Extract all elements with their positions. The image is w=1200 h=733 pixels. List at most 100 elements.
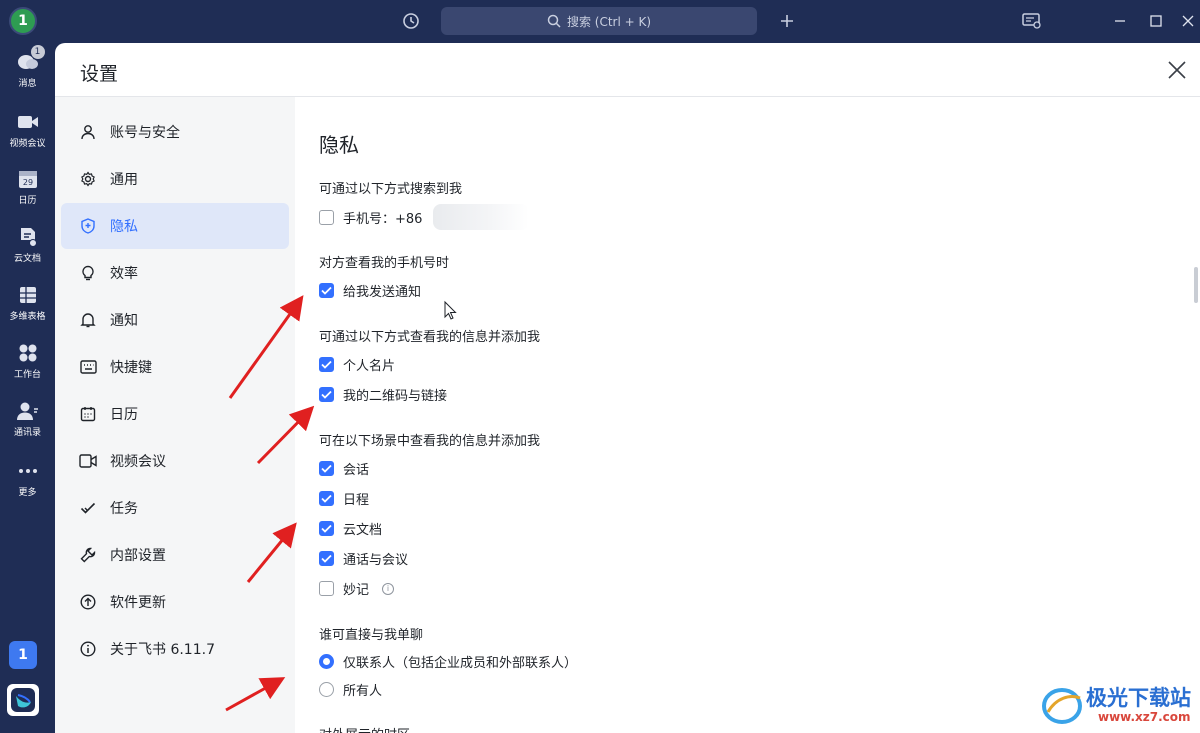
rail-item-base-table[interactable]: 多维表格	[0, 284, 55, 334]
notify-option-label: 给我发送通知	[343, 285, 422, 300]
rail-item-calendar[interactable]: 29 日历	[0, 168, 55, 218]
video-camera-icon	[17, 111, 39, 133]
nav-item-notifications[interactable]: 通知	[61, 297, 289, 343]
close-window-icon[interactable]	[1176, 9, 1200, 33]
qrcode-checkbox[interactable]	[319, 387, 334, 402]
workspace-grid-icon	[17, 342, 39, 364]
chat-bubble-icon: 1	[17, 45, 45, 73]
scenes-label: 可在以下场景中查看我的信息并添加我	[319, 434, 541, 449]
nav-item-video-meeting[interactable]: 视频会议	[61, 438, 289, 484]
close-icon[interactable]	[1166, 59, 1188, 81]
video-camera-icon	[79, 452, 97, 470]
everyone-option[interactable]: 所有人	[319, 680, 382, 699]
scene-schedule-option[interactable]: 日程	[319, 489, 369, 508]
section-title: 隐私	[319, 133, 359, 157]
scene-docs-label: 云文档	[343, 523, 383, 538]
nav-item-shortcuts[interactable]: 快捷键	[61, 344, 289, 390]
phone-option-label: 手机号：+86	[343, 211, 423, 227]
contacts-only-label: 仅联系人（包括企业成员和外部联系人）	[343, 656, 578, 671]
nav-item-label: 日历	[110, 407, 138, 423]
nav-item-software-update[interactable]: 软件更新	[61, 579, 289, 625]
scene-schedule-label: 日程	[343, 493, 370, 508]
nav-item-general[interactable]: 通用	[61, 156, 289, 202]
rail-item-cloud-docs[interactable]: 云文档	[0, 226, 55, 276]
nav-item-label: 通用	[110, 172, 138, 188]
nav-item-label: 任务	[110, 501, 138, 517]
scene-minutes-checkbox[interactable]	[319, 581, 334, 596]
notify-checkbox[interactable]	[319, 283, 334, 298]
scene-chat-label: 会话	[343, 463, 370, 478]
maximize-icon[interactable]	[1144, 9, 1168, 33]
rail-item-workspace[interactable]: 工作台	[0, 342, 55, 392]
history-icon[interactable]	[399, 9, 423, 33]
lightbulb-icon	[79, 264, 97, 282]
rail-label: 通讯录	[13, 428, 41, 438]
nav-item-internal-settings[interactable]: 内部设置	[61, 532, 289, 578]
user-icon	[79, 123, 97, 141]
svg-text:29: 29	[22, 178, 32, 187]
everyone-radio[interactable]	[319, 682, 334, 697]
contacts-icon	[16, 400, 39, 422]
nav-item-label: 关于飞书 6.11.7	[110, 642, 215, 658]
table-grid-icon	[17, 284, 39, 306]
phone-search-checkbox[interactable]	[319, 209, 334, 225]
nav-item-about[interactable]: 关于飞书 6.11.7	[61, 626, 289, 672]
rail-item-video-meeting[interactable]: 视频会议	[0, 111, 55, 161]
scene-calls-checkbox[interactable]	[319, 551, 334, 566]
scene-schedule-checkbox[interactable]	[319, 491, 334, 506]
info-icon[interactable]: i	[382, 582, 395, 595]
feishu-logo-icon[interactable]	[7, 684, 39, 716]
screen-search-icon[interactable]	[1020, 9, 1044, 33]
scrollbar-thumb[interactable]	[1194, 267, 1198, 303]
bottom-avatar[interactable]: 1	[9, 641, 37, 669]
arrow-up-circle-icon	[79, 593, 97, 611]
info-circle-icon	[79, 640, 97, 658]
calendar-icon: 29	[17, 168, 39, 190]
view-phone-label: 对方查看我的手机号时	[319, 256, 450, 271]
card-option[interactable]: 个人名片	[319, 355, 395, 374]
scene-minutes-option[interactable]: 妙记 i	[319, 579, 395, 598]
nav-item-efficiency[interactable]: 效率	[61, 250, 289, 296]
user-avatar[interactable]: 1	[9, 7, 37, 35]
rail-item-contacts[interactable]: 通讯录	[0, 400, 55, 450]
minimize-icon[interactable]	[1108, 9, 1132, 33]
search-icon	[547, 14, 561, 28]
wrench-icon	[79, 546, 97, 564]
search-me-label: 可通过以下方式搜索到我	[319, 182, 463, 197]
qrcode-option[interactable]: 我的二维码与链接	[319, 385, 447, 404]
nav-item-privacy[interactable]: 隐私	[61, 203, 289, 249]
scene-docs-option[interactable]: 云文档	[319, 519, 382, 538]
rail-label: 日历	[18, 196, 37, 206]
phone-search-option[interactable]: 手机号：+86	[319, 204, 530, 230]
nav-item-calendar[interactable]: 日历	[61, 391, 289, 437]
scene-chat-option[interactable]: 会话	[319, 459, 369, 478]
scene-chat-checkbox[interactable]	[319, 461, 334, 476]
checkmark-icon	[79, 499, 97, 517]
scene-docs-checkbox[interactable]	[319, 521, 334, 536]
contacts-only-radio[interactable]	[319, 654, 334, 669]
shield-icon	[79, 217, 97, 235]
notify-option[interactable]: 给我发送通知	[319, 281, 421, 300]
calendar-icon	[79, 405, 97, 423]
rail-item-more[interactable]: 更多	[0, 460, 55, 510]
nav-item-label: 视频会议	[110, 454, 166, 470]
rail-label: 云文档	[13, 254, 41, 264]
privacy-panel: 隐私 可通过以下方式搜索到我 手机号：+86 对方查看我的手机号时 给我发送通知…	[295, 97, 1200, 733]
search-input[interactable]: 搜索 (Ctrl + K)	[441, 7, 757, 35]
contacts-only-option[interactable]: 仅联系人（包括企业成员和外部联系人）	[319, 652, 577, 671]
bell-icon	[79, 311, 97, 329]
nav-item-tasks[interactable]: 任务	[61, 485, 289, 531]
nav-item-label: 内部设置	[110, 548, 166, 564]
card-option-label: 个人名片	[343, 359, 396, 374]
everyone-label: 所有人	[343, 684, 383, 699]
settings-nav: 账号与安全 通用 隐私 效率 通知 快捷键 日历 视频会议 任务 内部设置 软件…	[55, 97, 295, 733]
rail-label: 多维表格	[9, 312, 46, 322]
rail-item-messages[interactable]: 1 消息	[0, 45, 55, 101]
dialog-title: 设置	[80, 63, 119, 85]
plus-icon[interactable]	[775, 9, 799, 33]
card-checkbox[interactable]	[319, 357, 334, 372]
nav-item-account-security[interactable]: 账号与安全	[61, 109, 289, 155]
timezone-label: 对外展示的时区	[319, 724, 410, 733]
scene-calls-option[interactable]: 通话与会议	[319, 549, 408, 568]
blurred-phone-number	[433, 204, 530, 230]
